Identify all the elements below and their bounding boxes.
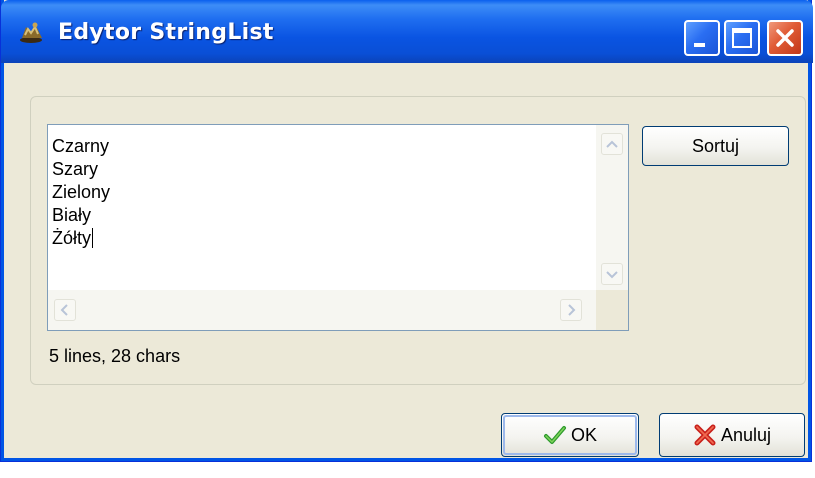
cancel-button[interactable]: Anuluj [659, 413, 805, 457]
memo-line: Zielony [52, 182, 111, 202]
scroll-up-button[interactable] [601, 133, 623, 155]
close-button[interactable] [767, 20, 803, 56]
memo-text[interactable]: Czarny Szary Zielony Biały Żółty [52, 135, 110, 250]
x-icon [693, 424, 717, 446]
maximize-button[interactable] [724, 20, 760, 56]
string-list-memo[interactable]: Czarny Szary Zielony Biały Żółty [47, 124, 629, 331]
status-text: 5 lines, 28 chars [49, 346, 181, 366]
scroll-right-button[interactable] [560, 299, 582, 321]
sort-button-label: Sortuj [691, 135, 740, 156]
memo-line: Żółty [52, 228, 92, 248]
memo-last-line: Żółty [52, 227, 110, 250]
minimize-button[interactable] [684, 20, 720, 56]
vertical-scrollbar[interactable] [596, 125, 628, 291]
scroll-left-button[interactable] [54, 299, 76, 321]
ok-button-label: OK [570, 424, 597, 445]
window-title: Edytor StringList [58, 20, 274, 45]
scrollbar-corner [596, 290, 628, 330]
horizontal-scrollbar[interactable] [48, 290, 597, 330]
dialog-window: Edytor StringList Czarny Szary Zielony B… [0, 0, 813, 462]
text-caret [92, 228, 94, 248]
cancel-button-label: Anuluj [720, 424, 772, 445]
memo-line: Biały [52, 205, 92, 225]
memo-line: Szary [52, 159, 99, 179]
title-bar[interactable]: Edytor StringList [1, 0, 813, 63]
sort-button[interactable]: Sortuj [642, 126, 789, 166]
checkmark-icon [543, 424, 567, 446]
ok-button[interactable]: OK [501, 413, 639, 457]
app-pawn-icon [17, 20, 45, 44]
memo-line: Czarny [52, 136, 110, 156]
scroll-down-button[interactable] [601, 263, 623, 285]
